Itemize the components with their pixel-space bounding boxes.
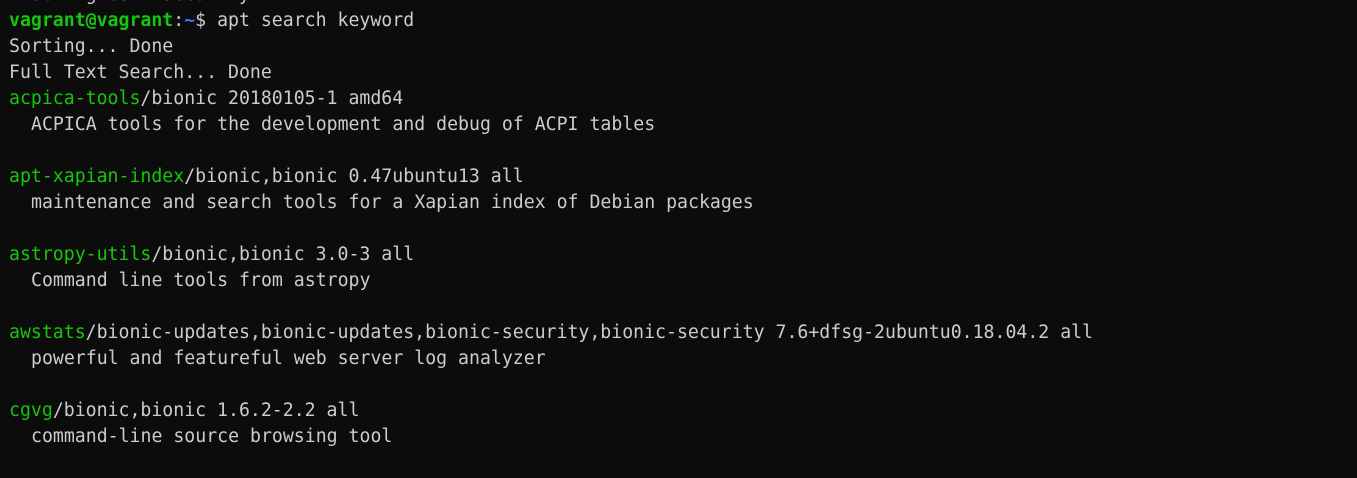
command-text: apt search keyword <box>217 10 415 31</box>
partial-output-line: Enabling conf security. <box>9 0 1357 8</box>
package-header: cgvg/bionic,bionic 1.6.2-2.2 all <box>9 398 1357 424</box>
terminal-output: Enabling conf security. vagrant@vagrant:… <box>9 0 1357 450</box>
package-description: ACPICA tools for the development and deb… <box>31 114 656 135</box>
prompt-line: vagrant@vagrant:~$ apt search keyword <box>9 8 1357 34</box>
package-description: maintenance and search tools for a Xapia… <box>31 192 754 213</box>
package-header: awstats/bionic-updates,bionic-updates,bi… <box>9 320 1357 346</box>
package-details: /bionic 20180105-1 amd64 <box>140 88 404 109</box>
package-name: cgvg <box>9 400 53 421</box>
package-details: /bionic,bionic 0.47ubuntu13 all <box>184 166 524 187</box>
package-name: astropy-utils <box>9 244 152 265</box>
package-description: command-line source browsing tool <box>31 426 393 447</box>
package-description: Command line tools from astropy <box>31 270 371 291</box>
package-header: acpica-tools/bionic 20180105-1 amd64 <box>9 86 1357 112</box>
prompt-symbol: $ <box>195 10 218 31</box>
package-header: apt-xapian-index/bionic,bionic 0.47ubunt… <box>9 164 1357 190</box>
package-details: /bionic-updates,bionic-updates,bionic-se… <box>85 322 1094 343</box>
package-name: apt-xapian-index <box>9 166 185 187</box>
package-details: /bionic,bionic 1.6.2-2.2 all <box>52 400 360 421</box>
prompt-path: ~ <box>184 10 196 31</box>
prompt-colon: : <box>173 10 185 31</box>
package-description: powerful and featureful web server log a… <box>31 348 546 369</box>
status-line: Full Text Search... Done <box>9 62 272 83</box>
status-line: Sorting... Done <box>9 36 174 57</box>
prompt-user-host: vagrant@vagrant <box>9 10 174 31</box>
terminal-window[interactable]: Enabling conf security. vagrant@vagrant:… <box>0 0 1357 478</box>
package-header: astropy-utils/bionic,bionic 3.0-3 all <box>9 242 1357 268</box>
package-name: awstats <box>9 322 86 343</box>
package-name: acpica-tools <box>9 88 141 109</box>
package-details: /bionic,bionic 3.0-3 all <box>151 244 415 265</box>
